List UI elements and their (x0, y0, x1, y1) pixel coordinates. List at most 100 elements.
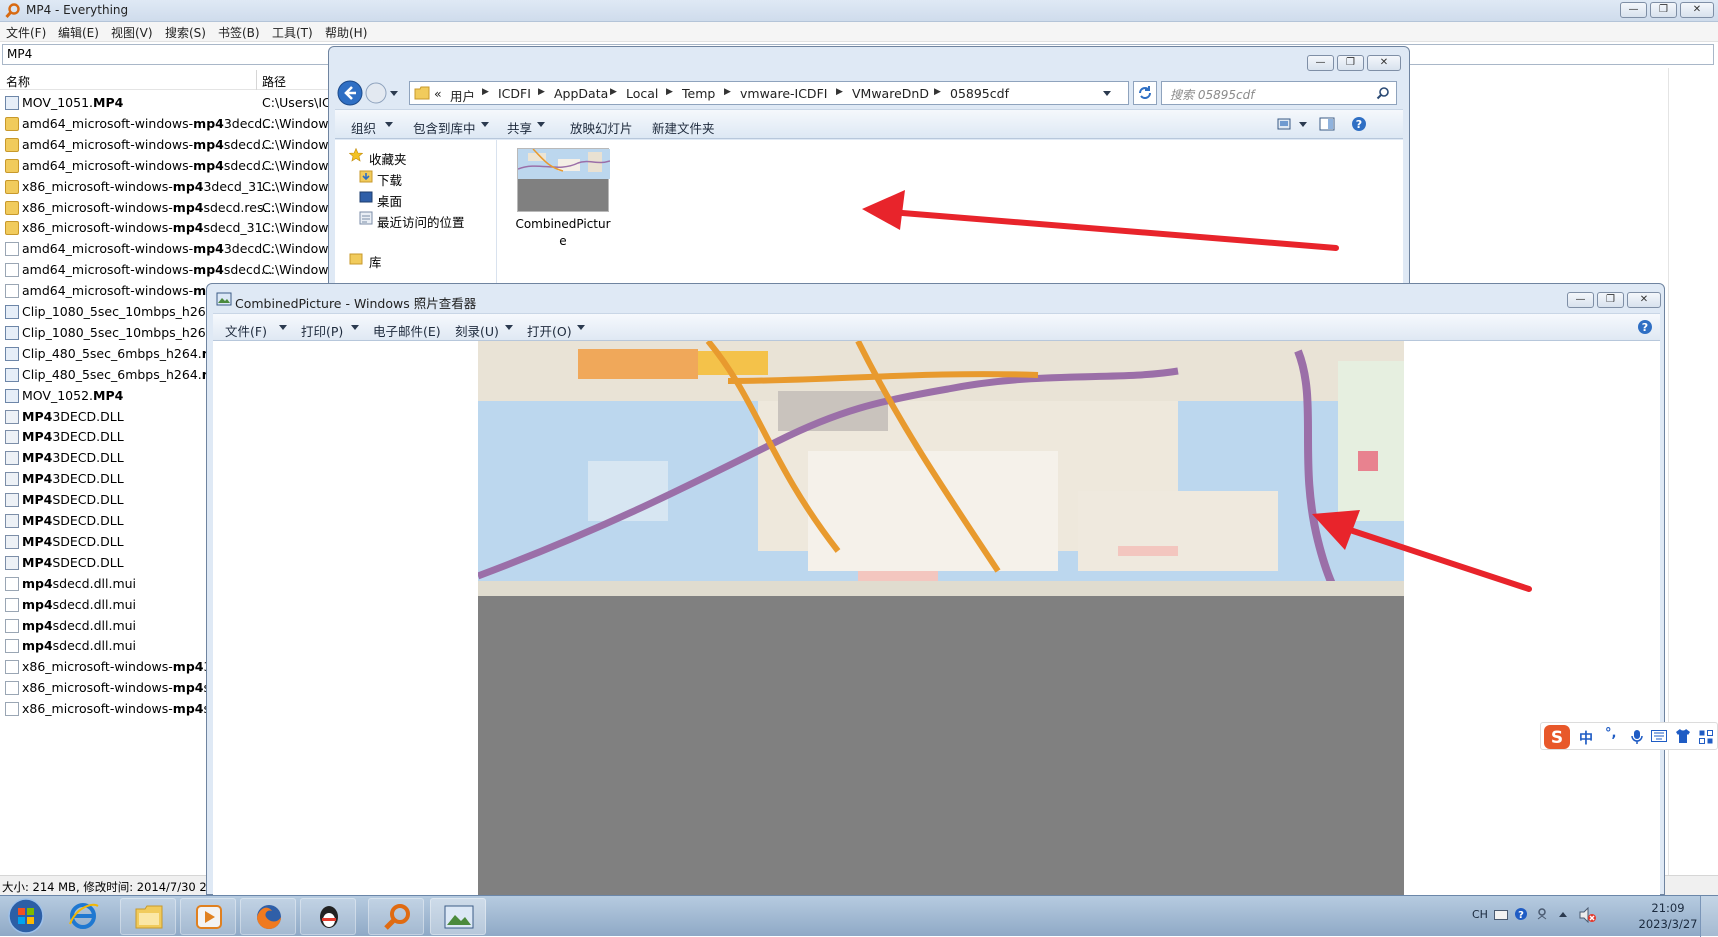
new-folder-button[interactable]: 新建文件夹 (652, 118, 715, 137)
preview-pane-icon[interactable] (1319, 117, 1335, 131)
tray-show-hidden-icons[interactable] (1558, 910, 1568, 918)
breadcrumb-separator-icon[interactable]: ▶ (482, 87, 489, 97)
viewer-menu-email[interactable]: 电子邮件(E) (373, 321, 441, 340)
restore-button[interactable]: ❐ (1650, 2, 1677, 18)
explorer-minimize-button[interactable]: — (1307, 55, 1334, 71)
forward-button[interactable] (365, 82, 387, 104)
viewer-menu-file[interactable]: 文件(F) (225, 321, 267, 340)
include-in-library-button[interactable]: 包含到库中 (413, 118, 476, 137)
folder-search-input[interactable]: 搜索 05895cdf (1161, 81, 1397, 105)
breadcrumb-separator-icon[interactable]: ▶ (836, 87, 843, 97)
explorer-restore-button[interactable]: ❐ (1337, 55, 1364, 71)
tray-clock[interactable]: 21:09 2023/3/27 (1628, 900, 1708, 932)
menu-tools[interactable]: 工具(T) (272, 24, 313, 41)
breadcrumb-overflow[interactable]: « (434, 86, 442, 101)
explorer-window: — ❐ ✕ « 用户 ▶ ICDFI ▶ AppData ▶ Local ▶ T… (328, 46, 1410, 307)
history-dropdown-icon[interactable] (389, 90, 399, 98)
close-button[interactable]: ✕ (1680, 2, 1714, 18)
organize-button[interactable]: 组织 (351, 118, 376, 137)
result-row[interactable]: x86_microsoft-windows-mp43decd_31... C:\W… (0, 176, 335, 197)
breadcrumb-current-folder[interactable]: 05895cdf (950, 86, 1009, 101)
ime-punctuation-toggle[interactable]: °, (1605, 726, 1616, 741)
result-row[interactable]: amd64_microsoft-windows-mp43decd... C:\Wi… (0, 113, 335, 134)
taskbar-button-explorer[interactable] (120, 898, 176, 935)
result-row[interactable]: amd64_microsoft-windows-mp43decd... C:\Wi… (0, 238, 335, 259)
breadcrumb-icdfi[interactable]: ICDFI (498, 86, 531, 101)
viewer-menu-burn[interactable]: 刻录(U) (455, 321, 499, 340)
taskbar-button-photo-viewer[interactable] (430, 898, 486, 935)
refresh-button[interactable] (1133, 81, 1157, 105)
viewer-minimize-button[interactable]: — (1567, 292, 1594, 308)
share-button[interactable]: 共享 (507, 118, 532, 137)
results-header: 名称 路径 (0, 70, 330, 90)
back-button[interactable] (337, 80, 363, 106)
result-row[interactable]: amd64_microsoft-windows-mp4sdecd... C:\Wi… (0, 134, 335, 155)
nav-desktop[interactable]: 桌面 (377, 191, 402, 210)
tray-language-indicator[interactable]: CH (1472, 908, 1488, 921)
taskbar-button-qq[interactable] (300, 898, 356, 935)
nav-recent-places[interactable]: 最近访问的位置 (377, 212, 465, 231)
file-item-combined-picture[interactable]: CombinedPictur e (497, 140, 629, 248)
result-row[interactable]: MOV_1051.MP4 C:\Users\IC (0, 92, 331, 113)
menu-edit[interactable]: 编辑(E) (58, 24, 99, 41)
menu-help[interactable]: 帮助(H) (325, 24, 367, 41)
nav-libraries[interactable]: 库 (369, 252, 382, 271)
taskbar-button-firefox[interactable] (240, 898, 296, 935)
column-divider[interactable] (256, 70, 257, 90)
breadcrumb-appdata[interactable]: AppData (554, 86, 608, 101)
volume-muted-icon[interactable] (1578, 907, 1596, 923)
skin-shirt-icon[interactable] (1675, 729, 1691, 743)
viewer-close-button[interactable]: ✕ (1627, 292, 1661, 308)
breadcrumb-temp[interactable]: Temp (682, 86, 715, 101)
result-name-suffix: sdecd.dll.mui (52, 638, 137, 654)
taskbar-button-media-player[interactable] (180, 898, 236, 935)
result-row[interactable]: x86_microsoft-windows-mp4sdecd_31... C:\W… (0, 217, 335, 238)
column-name-header[interactable]: 名称 (6, 73, 30, 90)
help-icon[interactable]: ? (1351, 116, 1367, 132)
menu-search[interactable]: 搜索(S) (165, 24, 206, 41)
toolbox-grid-icon[interactable] (1699, 730, 1713, 744)
breadcrumb-separator-icon[interactable]: ▶ (724, 87, 731, 97)
menu-file[interactable]: 文件(F) (6, 24, 46, 41)
menu-view[interactable]: 视图(V) (111, 24, 153, 41)
tray-keyboard-icon[interactable] (1494, 910, 1508, 920)
ime-mode-toggle[interactable]: 中 (1579, 728, 1593, 748)
start-button[interactable] (4, 897, 48, 935)
keyboard-icon[interactable] (1651, 730, 1667, 742)
viewer-menu-open[interactable]: 打开(O) (527, 321, 572, 340)
tray-help-icon[interactable]: ? (1514, 907, 1528, 921)
image-canvas[interactable] (213, 341, 1660, 896)
microphone-icon[interactable] (1631, 729, 1643, 745)
taskbar-button-everything[interactable] (368, 898, 424, 935)
breadcrumb-separator-icon[interactable]: ▶ (934, 87, 941, 97)
desktop-icon (359, 190, 373, 204)
slideshow-button[interactable]: 放映幻灯片 (570, 118, 633, 137)
breadcrumb-separator-icon[interactable]: ▶ (666, 87, 673, 97)
minimize-button[interactable]: — (1620, 2, 1647, 18)
nav-downloads[interactable]: 下载 (377, 170, 402, 189)
breadcrumb-separator-icon[interactable]: ▶ (610, 87, 617, 97)
column-path-header[interactable]: 路径 (262, 73, 286, 90)
menu-bookmarks[interactable]: 书签(B) (218, 24, 260, 41)
viewer-menu-print[interactable]: 打印(P) (301, 321, 343, 340)
search-icon[interactable] (1376, 86, 1390, 100)
breadcrumb-local[interactable]: Local (626, 86, 658, 101)
viewer-restore-button[interactable]: ❐ (1597, 292, 1624, 308)
result-row[interactable]: x86_microsoft-windows-mp4sdecd.res... C:\… (0, 197, 335, 218)
show-desktop-button[interactable] (1700, 896, 1718, 937)
breadcrumb-separator-icon[interactable]: ▶ (538, 87, 545, 97)
address-dropdown-icon[interactable] (1102, 90, 1112, 98)
breadcrumb-vmwarednd[interactable]: VMwareDnD (852, 86, 929, 101)
result-row[interactable]: amd64_microsoft-windows-mp4sdecd... C:\Wi… (0, 259, 335, 280)
sogou-logo-icon[interactable]: S (1543, 724, 1571, 750)
breadcrumb-vmware-icdfi[interactable]: vmware-ICDFI (740, 86, 827, 101)
view-options-icon[interactable] (1277, 117, 1309, 131)
breadcrumb-users[interactable]: 用户 (450, 86, 475, 105)
internet-explorer-icon[interactable] (66, 900, 100, 932)
nav-favorites[interactable]: 收藏夹 (369, 149, 407, 168)
address-bar[interactable]: « 用户 ▶ ICDFI ▶ AppData ▶ Local ▶ Temp ▶ … (409, 81, 1129, 105)
help-icon[interactable]: ? (1637, 319, 1653, 335)
result-row[interactable]: amd64_microsoft-windows-mp4sdecd... C:\Wi… (0, 155, 335, 176)
explorer-close-button[interactable]: ✕ (1367, 55, 1401, 71)
tray-settings-icon[interactable] (1536, 907, 1548, 921)
